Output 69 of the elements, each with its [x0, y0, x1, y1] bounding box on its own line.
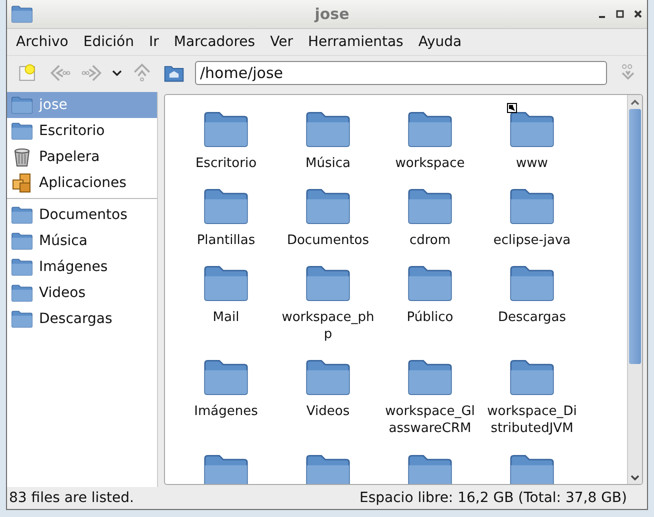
file-name[interactable]: www	[484, 155, 580, 172]
sidebar-item[interactable]: Música	[7, 228, 157, 254]
sidebar-item[interactable]: Imágenes	[7, 254, 157, 280]
maximize-icon[interactable]	[615, 9, 625, 19]
menu-item[interactable]: Ayuda	[411, 32, 469, 52]
file-name[interactable]: Plantillas	[178, 232, 274, 249]
folder-icon	[509, 263, 555, 303]
file-name[interactable]: Mail	[178, 309, 274, 326]
menu-item[interactable]: Archivo	[9, 32, 76, 52]
menu-item[interactable]: Ver	[263, 32, 300, 52]
folder-icon	[203, 357, 249, 397]
folder-icon	[407, 357, 453, 397]
folder-icon	[407, 109, 453, 149]
menu-item[interactable]: Marcadores	[166, 32, 262, 52]
sidebar-item[interactable]: Descargas	[7, 306, 157, 332]
folder-icon	[305, 186, 351, 226]
file-name[interactable]: workspace_DistributedJVM	[484, 403, 580, 437]
file-name[interactable]: Escritorio	[178, 155, 274, 172]
file-name[interactable]: Música	[280, 155, 376, 172]
folder-icon	[11, 257, 33, 277]
scrollbar[interactable]	[627, 95, 642, 484]
folder-icon	[11, 121, 33, 141]
folder-icon	[407, 263, 453, 303]
file-name[interactable]: cdrom	[382, 232, 478, 249]
folder-icon	[11, 205, 33, 225]
sidebar-item[interactable]: Aplicaciones	[7, 170, 157, 196]
close-icon[interactable]	[633, 9, 643, 19]
folder-icon	[203, 452, 249, 484]
folder-icon	[11, 283, 33, 303]
folder-icon	[11, 309, 33, 329]
sidebar-item[interactable]: Videos	[7, 280, 157, 306]
file-name[interactable]: workspace_php	[280, 309, 376, 343]
sidebar-item[interactable]: Documentos	[7, 202, 157, 228]
folder-icon	[11, 231, 33, 251]
folder-icon	[509, 186, 555, 226]
file-name[interactable]: Imágenes	[178, 403, 274, 420]
disk-space-text: Espacio libre: 16,2 GB (Total: 37,8 GB)	[360, 490, 627, 506]
folder-icon	[305, 109, 351, 149]
folder-icon	[11, 4, 33, 24]
boxes-icon	[11, 173, 33, 193]
folder-icon	[203, 109, 249, 149]
folder-icon	[11, 95, 33, 115]
folder-icon	[407, 452, 453, 484]
folder-icon	[509, 357, 555, 397]
sidebar-item[interactable]: Escritorio	[7, 118, 157, 144]
file-name[interactable]: Descargas	[484, 309, 580, 326]
folder-icon	[407, 186, 453, 226]
folder-icon	[305, 452, 351, 484]
folder-icon	[305, 263, 351, 303]
window-title: jose	[313, 5, 350, 23]
scroll-thumb[interactable]	[629, 109, 641, 364]
menu-item[interactable]: Herramientas	[300, 32, 410, 52]
file-name[interactable]: Público	[382, 309, 478, 326]
file-name[interactable]: Videos	[280, 403, 376, 420]
file-name[interactable]: Documentos	[280, 232, 376, 249]
link-badge-icon	[507, 103, 517, 113]
folder-icon	[203, 186, 249, 226]
menu-item[interactable]: Edición	[76, 32, 141, 52]
file-name[interactable]: eclipse-java	[484, 232, 580, 249]
folder-icon	[509, 109, 555, 149]
file-name[interactable]: workspace_GlasswareCRM	[382, 403, 478, 437]
folder-icon	[509, 452, 555, 484]
location-field[interactable]: /home/jose	[195, 61, 607, 85]
status-text: 83 files are listed.	[9, 490, 134, 506]
file-name[interactable]: workspace	[382, 155, 478, 172]
menu-item[interactable]: Ir	[142, 32, 166, 52]
sidebar-item[interactable]: Papelera	[7, 144, 157, 170]
folder-icon	[305, 357, 351, 397]
folder-icon	[203, 263, 249, 303]
